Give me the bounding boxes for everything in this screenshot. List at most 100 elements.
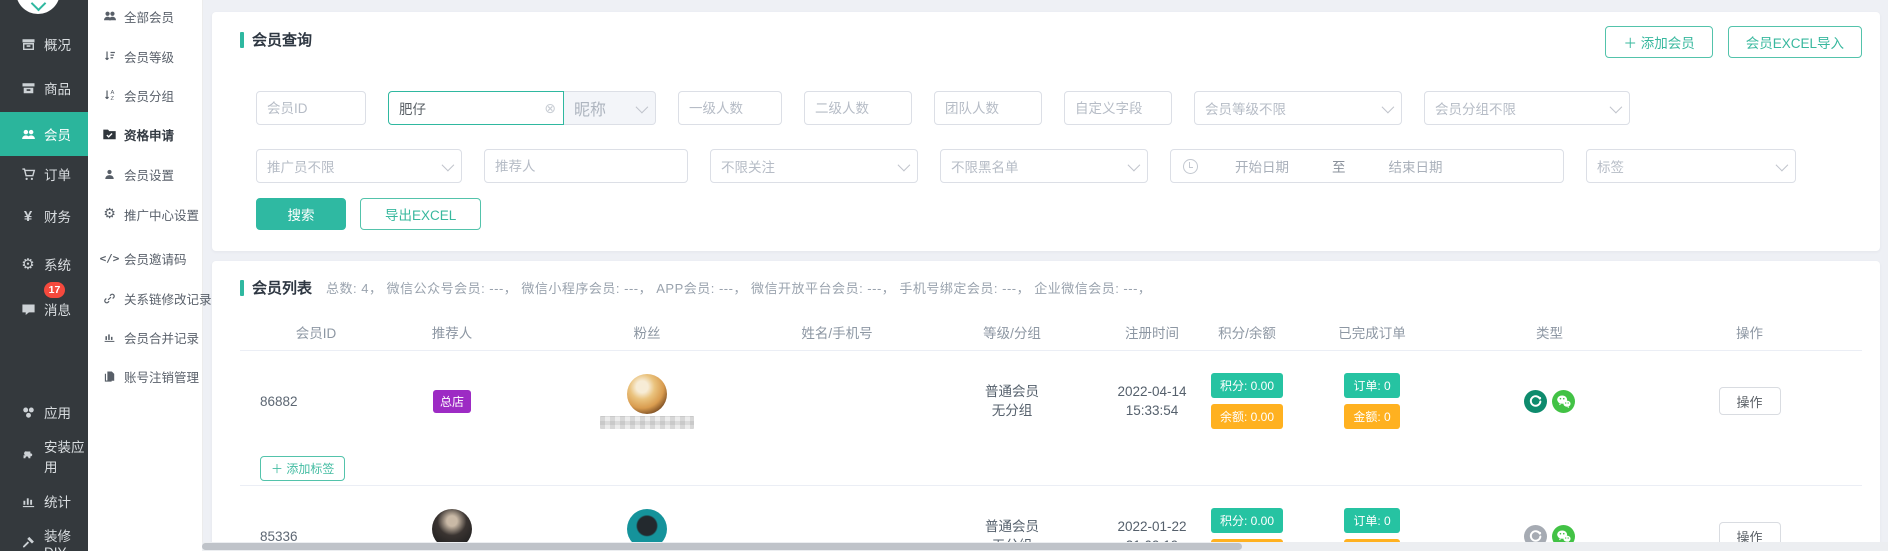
- search-button[interactable]: 搜索: [256, 198, 346, 230]
- submenu-item-label: 资格申请: [124, 125, 174, 144]
- goods-icon: [20, 80, 36, 96]
- member-list-card: 会员列表 总数: 4， 微信公众号会员: ---， 微信小程序会员: ---， …: [212, 261, 1880, 551]
- cell-member-id: 86882: [240, 394, 372, 409]
- tag-row: ＋ 添加标签: [240, 451, 1862, 485]
- submenu-item-member-levels[interactable]: 会员等级: [88, 44, 202, 68]
- submenu-item-label: 推广中心设置: [124, 205, 199, 224]
- member-stats-summary: 总数: 4， 微信公众号会员: ---， 微信小程序会员: ---， APP会员…: [326, 278, 1151, 297]
- member_group-placeholder: 会员分组不限: [1435, 98, 1516, 118]
- member-table-body: 86882总店普通会员无分组2022-04-1415:33:54积分: 0.00…: [240, 351, 1862, 551]
- end-date-placeholder[interactable]: 结束日期: [1352, 156, 1480, 176]
- column-header: 操作: [1657, 322, 1842, 342]
- qualification-icon: [102, 127, 117, 142]
- column-header: 类型: [1442, 322, 1657, 342]
- submenu-item-account-cancellation[interactable]: 账号注销管理: [88, 364, 202, 388]
- swirl-icon: [1524, 390, 1547, 413]
- date-range-picker[interactable]: 开始日期至结束日期: [1170, 149, 1564, 183]
- invite-code-icon: </>: [102, 251, 117, 266]
- referrer-input[interactable]: [485, 150, 687, 182]
- submenu-item-all-members[interactable]: 全部会员: [88, 4, 202, 28]
- referrer-field: [484, 149, 688, 183]
- horizontal-scrollbar-thumb[interactable]: [202, 543, 1242, 550]
- horizontal-scrollbar[interactable]: [202, 542, 1888, 551]
- sidebar-item-install-apps[interactable]: 安装应用: [0, 442, 88, 470]
- level2_count-field: [804, 91, 912, 125]
- chevron-down-icon: [30, 0, 46, 11]
- chevron-down-icon: [636, 100, 649, 113]
- sidebar-item-orders[interactable]: 订单: [0, 160, 88, 188]
- submenu-item-member-invite-code[interactable]: </>会员邀请码: [88, 246, 202, 270]
- add-tag-button[interactable]: ＋ 添加标签: [260, 456, 345, 481]
- fans-avatar[interactable]: [627, 374, 667, 414]
- tag-select[interactable]: 标签: [1586, 149, 1796, 183]
- member-excel-import-button[interactable]: 会员EXCEL导入: [1728, 26, 1862, 58]
- member-level: 普通会员: [985, 517, 1039, 536]
- member_id-field: [256, 91, 366, 125]
- member_level-placeholder: 会员等级不限: [1205, 98, 1286, 118]
- clock-icon: [1183, 159, 1198, 174]
- cell-referrer: 总店: [372, 390, 532, 413]
- export-excel-button[interactable]: 导出EXCEL: [360, 198, 481, 230]
- profile-collapse-toggle[interactable]: [16, 0, 60, 14]
- submenu-item-label: 关系链修改记录: [124, 289, 212, 308]
- row-action-button[interactable]: 操作: [1719, 387, 1781, 415]
- gear-icon: ⚙: [102, 207, 117, 222]
- member-row-block: 86882总店普通会员无分组2022-04-1415:33:54积分: 0.00…: [240, 351, 1862, 486]
- add-member-button[interactable]: ＋ 添加会员: [1605, 26, 1712, 58]
- submenu-item-member-settings[interactable]: 会员设置: [88, 162, 202, 186]
- clear-icon[interactable]: ⊗: [544, 101, 556, 115]
- sidebar-item-messages[interactable]: 消息17: [0, 295, 88, 323]
- sidebar-item-goods[interactable]: 商品: [0, 74, 88, 102]
- member_level-select[interactable]: 会员等级不限: [1194, 91, 1402, 125]
- title-accent-bar: [240, 32, 244, 48]
- start-date-placeholder[interactable]: 开始日期: [1198, 156, 1326, 176]
- orders-count-badge: 订单: 0: [1344, 508, 1399, 533]
- stats-icon: [20, 493, 36, 509]
- system-icon: ⚙: [20, 256, 36, 272]
- sidebar-item-statistics[interactable]: 统计: [0, 487, 88, 515]
- team_count-field: [934, 91, 1042, 125]
- keyword-input[interactable]: [389, 92, 563, 124]
- team_count-input[interactable]: [935, 92, 1041, 124]
- blacklist-select[interactable]: 不限黑名单: [940, 149, 1148, 183]
- cell-points-balance: 积分: 0.00余额: 0.00: [1192, 370, 1302, 432]
- member_id-input[interactable]: [257, 92, 365, 124]
- sidebar-item-label: 概况: [44, 34, 71, 54]
- chevron-down-icon: [898, 158, 911, 171]
- diy-icon: [20, 534, 36, 550]
- sidebar-item-label: 安装应用: [44, 436, 88, 476]
- submenu-item-qualification-apply[interactable]: 资格申请: [88, 122, 202, 146]
- sidebar-item-system[interactable]: ⚙系统: [0, 250, 88, 278]
- sidebar-item-decorate-diy[interactable]: 装修DIY: [0, 528, 88, 551]
- sidebar-item-finance[interactable]: ¥财务: [0, 202, 88, 230]
- submenu-item-member-merge-log[interactable]: 会员合并记录: [88, 325, 202, 349]
- submenu-item-member-groups[interactable]: AZ会员分组: [88, 83, 202, 107]
- member-table: 会员ID推荐人粉丝姓名/手机号等级/分组注册时间积分/余额已完成订单类型操作 8…: [240, 314, 1862, 551]
- submenu-item-promotion-center-settings[interactable]: ⚙ 推广中心设置: [88, 202, 202, 226]
- member-row: 86882总店普通会员无分组2022-04-1415:33:54积分: 0.00…: [240, 351, 1862, 451]
- follow_status-select[interactable]: 不限关注: [710, 149, 918, 183]
- pages-icon: [102, 369, 117, 384]
- level1_count-input[interactable]: [679, 92, 781, 124]
- chain-icon: [102, 291, 117, 306]
- svg-text:Z: Z: [110, 96, 114, 102]
- keyword-search-combo: ⊗ 昵称: [388, 91, 656, 125]
- column-header: 会员ID: [240, 322, 372, 342]
- submenu-item-relation-chain-log[interactable]: 关系链修改记录: [88, 286, 202, 310]
- sidebar-item-apps[interactable]: 应用: [0, 398, 88, 426]
- sidebar-item-label: 商品: [44, 78, 71, 98]
- all-members-icon: [102, 9, 117, 24]
- promoter-select[interactable]: 推广员不限: [256, 149, 462, 183]
- level2_count-input[interactable]: [805, 92, 911, 124]
- date-range-separator: 至: [1332, 156, 1346, 176]
- search-type-select[interactable]: 昵称: [564, 91, 656, 125]
- sidebar-item-members[interactable]: 会员: [0, 112, 88, 156]
- custom_field-input[interactable]: [1065, 92, 1171, 124]
- member_group-select[interactable]: 会员分组不限: [1424, 91, 1630, 125]
- cell-fans: [532, 374, 762, 429]
- submenu-item-label: 会员设置: [124, 165, 174, 184]
- sidebar-item-overview[interactable]: 概况: [0, 30, 88, 58]
- referrer-badge: 总店: [433, 390, 471, 413]
- chevron-down-icon: [1610, 100, 1623, 113]
- query-header-buttons: ＋ 添加会员 会员EXCEL导入: [1605, 26, 1862, 58]
